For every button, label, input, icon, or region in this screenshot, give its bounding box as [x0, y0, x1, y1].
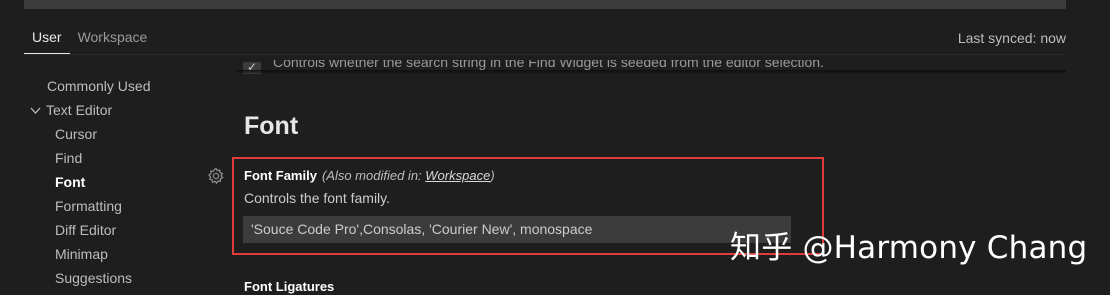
gear-icon[interactable]: [206, 166, 226, 186]
font-family-input[interactable]: [243, 216, 791, 243]
section-title: Font: [244, 112, 299, 140]
toc-item-diff-editor[interactable]: Diff Editor: [24, 218, 204, 242]
toc-item-minimap[interactable]: Minimap: [24, 242, 204, 266]
toc-item-find[interactable]: Find: [24, 146, 204, 170]
settings-search-input[interactable]: [24, 0, 1066, 9]
chevron-down-icon: [30, 100, 46, 124]
setting-title: Font Family (Also modified in: Workspace): [244, 168, 495, 183]
toc-item-text-editor[interactable]: Text Editor: [24, 98, 204, 122]
watermark: 知乎 @Harmony Chang: [730, 230, 1088, 266]
toc-item-formatting[interactable]: Formatting: [24, 194, 204, 218]
toc-item-cursor[interactable]: Cursor: [24, 122, 204, 146]
tab-user[interactable]: User: [24, 26, 70, 54]
next-setting-name: Font Ligatures: [244, 279, 335, 294]
setting-name: Font Family: [244, 168, 317, 183]
scroll-shadow: [236, 70, 1066, 74]
workspace-link[interactable]: Workspace: [425, 168, 490, 183]
tab-workspace[interactable]: Workspace: [70, 26, 156, 54]
last-synced-status: Last synced: now: [957, 30, 1066, 46]
toc-item-commonly-used[interactable]: Commonly Used: [24, 74, 204, 98]
toc-item-font[interactable]: Font: [24, 170, 204, 194]
modified-in-note: (Also modified in: Workspace): [321, 168, 495, 183]
settings-toc: Commonly Used Text Editor Cursor Find Fo…: [24, 74, 204, 290]
toc-item-label: Text Editor: [46, 102, 113, 118]
toc-item-suggestions[interactable]: Suggestions: [24, 266, 204, 290]
setting-description: Controls the font family.: [244, 190, 391, 206]
settings-scope-tabs: User Workspace: [24, 26, 155, 54]
header-divider: [24, 54, 1066, 55]
